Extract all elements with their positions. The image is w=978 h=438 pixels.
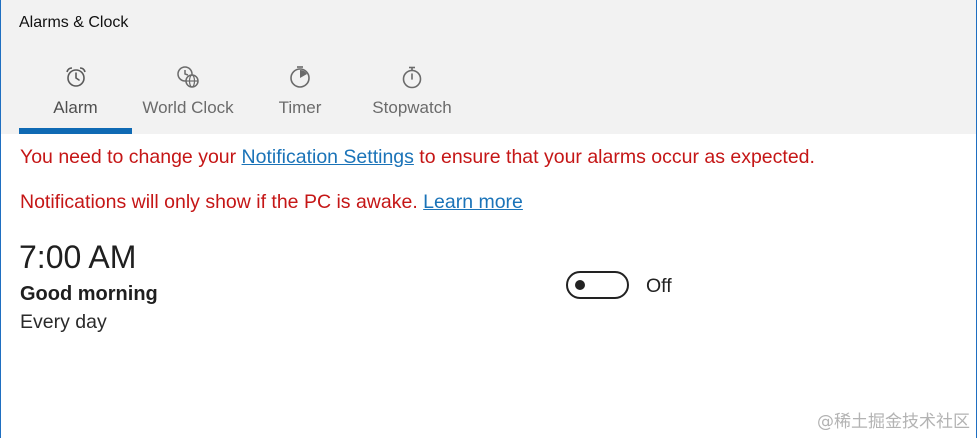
alarm-repeat: Every day (20, 311, 107, 333)
tab-bar: Alarm World Clock Timer Stopwatch (19, 62, 468, 134)
timer-icon (290, 66, 310, 88)
warning-text-after: to ensure that your alarms occur as expe… (413, 146, 815, 168)
awake-warning: Notifications will only show if the PC i… (20, 191, 523, 214)
notification-settings-warning: You need to change your Notification Set… (20, 146, 815, 169)
notification-settings-link[interactable]: Notification Settings (242, 146, 414, 168)
tab-world-clock[interactable]: World Clock (132, 62, 244, 134)
toggle-knob (575, 280, 585, 290)
watermark: @稀土掘金技术社区 (817, 412, 970, 432)
awake-warning-text: Notifications will only show if the PC i… (20, 191, 424, 213)
tab-alarm[interactable]: Alarm (19, 62, 132, 134)
window-title: Alarms & Clock (19, 14, 129, 31)
alarm-toggle-switch[interactable] (566, 271, 629, 299)
alarm-clock-icon (65, 67, 86, 87)
tab-stopwatch-label: Stopwatch (372, 98, 452, 117)
tab-timer[interactable]: Timer (244, 62, 356, 134)
app-header: Alarms & Clock Alarm World Clock Timer S… (1, 0, 976, 134)
world-clock-icon (177, 66, 199, 88)
toggle-state-label: Off (646, 275, 672, 297)
tab-stopwatch[interactable]: Stopwatch (356, 62, 468, 134)
tab-timer-label: Timer (278, 98, 322, 117)
learn-more-link[interactable]: Learn more (423, 191, 523, 213)
alarm-time[interactable]: 7:00 AM (19, 239, 136, 276)
stopwatch-icon (402, 66, 422, 89)
alarms-clock-window: Alarms & Clock Alarm World Clock Timer S… (0, 0, 977, 438)
alarm-name[interactable]: Good morning (20, 283, 158, 306)
tab-alarm-label: Alarm (53, 98, 98, 117)
warning-text-before: You need to change your (20, 146, 242, 168)
tab-world-clock-label: World Clock (142, 98, 234, 117)
